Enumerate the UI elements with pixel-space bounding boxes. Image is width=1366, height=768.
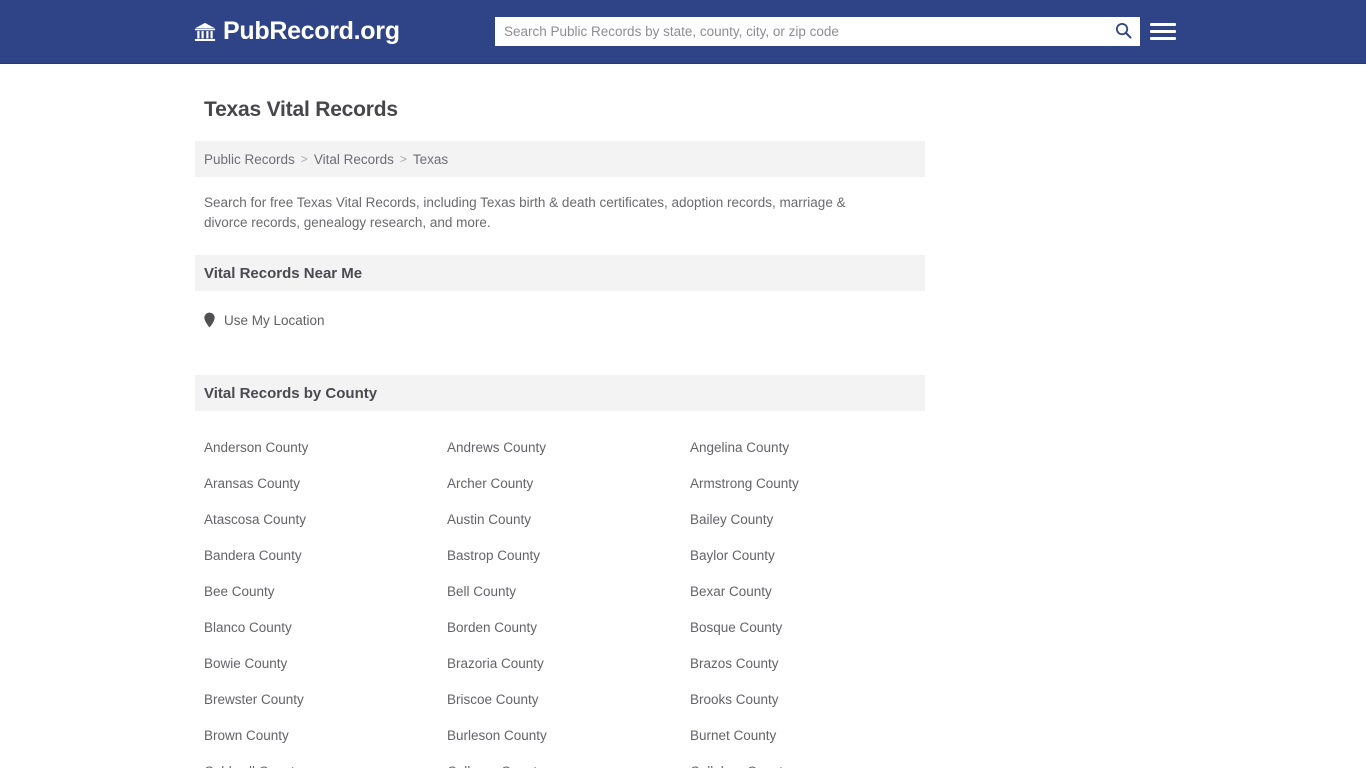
- use-my-location-label: Use My Location: [224, 312, 325, 328]
- county-link[interactable]: Briscoe County: [447, 691, 690, 727]
- county-link[interactable]: Bexar County: [690, 583, 934, 619]
- breadcrumb-separator-icon: >: [399, 152, 407, 166]
- breadcrumb-item-vital-records[interactable]: Vital Records: [314, 152, 394, 167]
- county-link-grid: Anderson County Aransas County Atascosa …: [195, 439, 925, 768]
- county-link[interactable]: Brooks County: [690, 691, 934, 727]
- breadcrumb: Public Records > Vital Records > Texas: [195, 141, 925, 177]
- county-link[interactable]: Brewster County: [204, 691, 447, 727]
- county-column-3: Angelina County Armstrong County Bailey …: [690, 439, 934, 768]
- county-link[interactable]: Bailey County: [690, 511, 934, 547]
- bank-building-icon: [194, 21, 216, 43]
- county-link[interactable]: Blanco County: [204, 619, 447, 655]
- site-header: PubRecord.org: [0, 0, 1366, 64]
- county-link[interactable]: Calhoun County: [447, 763, 690, 768]
- page-description: Search for free Texas Vital Records, inc…: [204, 195, 846, 230]
- county-column-1: Anderson County Aransas County Atascosa …: [204, 439, 447, 768]
- county-link[interactable]: Brazoria County: [447, 655, 690, 691]
- search-icon: [1115, 22, 1132, 42]
- county-link[interactable]: Bosque County: [690, 619, 934, 655]
- county-link[interactable]: Archer County: [447, 475, 690, 511]
- search-bar: [495, 17, 1140, 46]
- section-heading-by-county: Vital Records by County: [195, 375, 925, 411]
- county-link[interactable]: Caldwell County: [204, 763, 447, 768]
- county-link[interactable]: Aransas County: [204, 475, 447, 511]
- county-link[interactable]: Armstrong County: [690, 475, 934, 511]
- page-title: Texas Vital Records: [204, 98, 398, 121]
- county-link[interactable]: Brown County: [204, 727, 447, 763]
- county-link[interactable]: Borden County: [447, 619, 690, 655]
- breadcrumb-separator-icon: >: [300, 152, 308, 166]
- county-link[interactable]: Bastrop County: [447, 547, 690, 583]
- county-link[interactable]: Andrews County: [447, 439, 690, 475]
- near-me-section-body: Use My Location: [195, 291, 925, 353]
- section-heading-near-me: Vital Records Near Me: [195, 255, 925, 291]
- county-link[interactable]: Baylor County: [690, 547, 934, 583]
- county-link[interactable]: Callahan County: [690, 763, 934, 768]
- county-link[interactable]: Bandera County: [204, 547, 447, 583]
- brand-logo-link[interactable]: PubRecord.org: [194, 17, 400, 46]
- hamburger-menu-icon[interactable]: [1150, 18, 1176, 44]
- breadcrumb-item-public-records[interactable]: Public Records: [204, 152, 295, 167]
- hamburger-bar: [1150, 22, 1176, 26]
- county-link[interactable]: Atascosa County: [204, 511, 447, 547]
- county-link[interactable]: Anderson County: [204, 439, 447, 475]
- county-link[interactable]: Brazos County: [690, 655, 934, 691]
- county-link[interactable]: Austin County: [447, 511, 690, 547]
- county-link[interactable]: Bee County: [204, 583, 447, 619]
- county-column-2: Andrews County Archer County Austin Coun…: [447, 439, 690, 768]
- county-link[interactable]: Bowie County: [204, 655, 447, 691]
- hamburger-bar: [1150, 29, 1176, 33]
- map-pin-icon: [204, 312, 215, 328]
- search-input[interactable]: [495, 18, 1106, 45]
- hamburger-bar: [1150, 36, 1176, 40]
- main-content: Texas Vital Records Public Records > Vit…: [195, 64, 925, 768]
- county-link[interactable]: Burnet County: [690, 727, 934, 763]
- county-link[interactable]: Bell County: [447, 583, 690, 619]
- breadcrumb-item-texas: Texas: [412, 151, 449, 167]
- county-link[interactable]: Angelina County: [690, 439, 934, 475]
- use-my-location-link[interactable]: Use My Location: [204, 312, 325, 328]
- search-submit-button[interactable]: [1106, 18, 1140, 45]
- county-link[interactable]: Burleson County: [447, 727, 690, 763]
- brand-name: PubRecord.org: [223, 17, 400, 45]
